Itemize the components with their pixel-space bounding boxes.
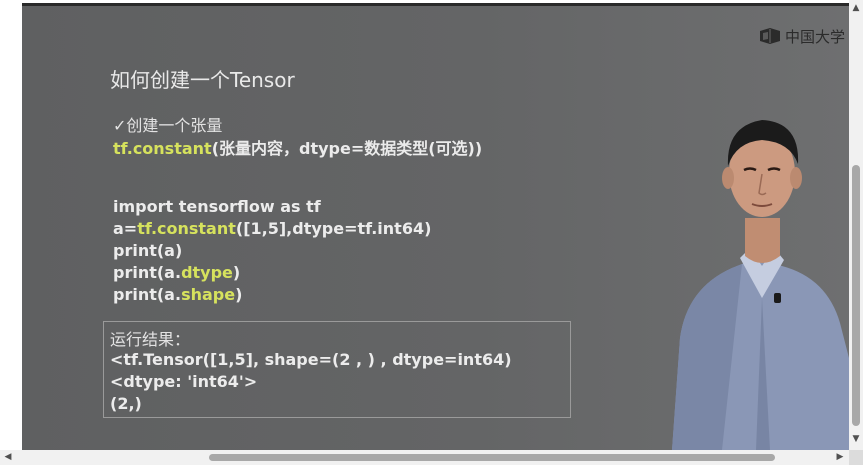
code-line-constant: a=tf.constant([1,5],dtype=tf.int64) <box>113 218 431 240</box>
watermark-logo: 中国大学 <box>759 26 845 46</box>
slide-title: 如何创建一个Tensor <box>110 68 295 92</box>
scroll-up-icon[interactable]: ▲ <box>851 3 861 13</box>
code-line-print-shape: print(a.shape) <box>113 284 431 306</box>
scroll-left-icon[interactable]: ◀ <box>3 452 13 463</box>
result-line-dtype: <dtype: 'int64'> <box>110 372 258 391</box>
code-line-constant-fn: tf.constant <box>137 219 236 238</box>
code-line-constant-post: ([1,5],dtype=tf.int64) <box>235 219 432 238</box>
bullet-create-tensor: ✓创建一个张量 <box>113 116 223 135</box>
result-line-tensor: <tf.Tensor([1,5], shape=(2 , ) , dtype=i… <box>110 350 512 369</box>
code-line-dtype-attr: dtype <box>181 263 233 282</box>
video-top-border <box>22 3 849 6</box>
presenter-figure <box>662 98 849 450</box>
mooc-logo-icon <box>759 28 781 44</box>
syntax-line: tf.constant(张量内容，dtype=数据类型(可选)) <box>113 135 482 159</box>
code-line-print-a: print(a) <box>113 241 183 260</box>
code-line-print-dtype: print(a.dtype) <box>113 262 431 284</box>
horizontal-scrollbar[interactable]: ◀ ▶ <box>0 450 849 465</box>
code-line-shape-post: ) <box>235 285 243 304</box>
code-line-import: import tensorflow as tf <box>113 197 321 216</box>
result-line-shape: (2,) <box>110 394 142 413</box>
horizontal-scroll-thumb[interactable] <box>209 454 775 461</box>
syntax-function: tf.constant <box>113 139 212 158</box>
scrollbar-corner <box>849 450 863 465</box>
code-block: import tensorflow as tf a=tf.constant([1… <box>113 196 431 306</box>
syntax-args: (张量内容，dtype=数据类型(可选)) <box>211 139 483 158</box>
scroll-right-icon[interactable]: ▶ <box>835 452 845 463</box>
code-line-shape-attr: shape <box>181 285 236 304</box>
logo-text: 中国大学 <box>785 27 846 46</box>
code-line-constant-pre: a= <box>113 219 138 238</box>
scroll-down-icon[interactable]: ▼ <box>851 434 861 444</box>
vertical-scroll-thumb[interactable] <box>852 165 860 426</box>
page: 中国大学 如何创建一个Tensor ✓创建一个张量 tf.constant(张量… <box>0 0 863 465</box>
video-player[interactable]: 中国大学 如何创建一个Tensor ✓创建一个张量 tf.constant(张量… <box>22 3 849 450</box>
result-box: 运行结果： <tf.Tensor([1,5], shape=(2 , ) , d… <box>103 321 571 418</box>
result-label: 运行结果： <box>110 330 191 349</box>
code-line-dtype-post: ) <box>232 263 241 282</box>
vertical-scrollbar[interactable]: ▲ ▼ <box>849 0 863 450</box>
code-line-shape-pre: print(a. <box>113 285 182 304</box>
code-line-dtype-pre: print(a. <box>113 263 182 282</box>
